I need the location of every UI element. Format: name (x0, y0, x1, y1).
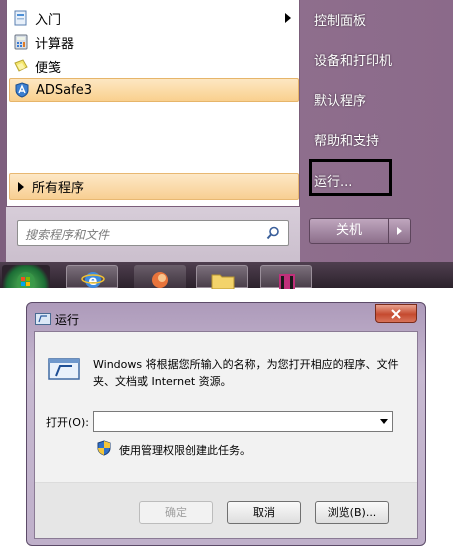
start-menu: 入门 计算器 便笺 ADSafe3 所有程序 搜索程序和文件 控制面板 设备和打… (0, 0, 453, 262)
run-dialog: 运行 Windows 将根据您所输入的名称，为您打开相应的程序、文件夹、文档或 … (26, 302, 426, 546)
ok-button[interactable]: 确定 (139, 501, 213, 524)
sticky-notes-icon (14, 59, 28, 72)
expand-arrow-icon (18, 181, 24, 192)
windows-logo-icon (17, 272, 35, 290)
getting-started-icon (14, 10, 27, 26)
start-item-label: 计算器 (35, 36, 75, 52)
dialog-description: Windows 将根据您所输入的名称，为您打开相应的程序、文件夹、文档或 Int… (93, 358, 399, 388)
run-program-icon (48, 358, 80, 380)
svg-text:e: e (89, 274, 98, 289)
start-item-calculator[interactable]: 计算器 (9, 31, 299, 53)
all-programs-button[interactable]: 所有程序 (9, 173, 299, 200)
shutdown-button[interactable]: 关机 (309, 218, 389, 244)
start-item-label: ADSafe3 (36, 82, 92, 98)
start-menu-programs-pane: 入门 计算器 便笺 ADSafe3 所有程序 (6, 0, 300, 207)
taskbar: e (0, 262, 453, 290)
adsafe-icon (15, 82, 29, 98)
dropdown-arrow-icon[interactable] (380, 419, 388, 424)
right-item-default-programs[interactable]: 默认程序 (314, 90, 366, 109)
open-input[interactable] (93, 411, 393, 432)
open-label: 打开(O): (46, 416, 89, 429)
start-item-label: 便笺 (35, 60, 62, 76)
start-item-sticky-notes[interactable]: 便笺 (9, 55, 299, 77)
start-item-adsafe[interactable]: ADSafe3 (9, 78, 299, 102)
app-icon (152, 272, 168, 288)
right-item-control-panel[interactable]: 控制面板 (314, 10, 366, 29)
chevron-right-icon (397, 227, 402, 235)
internet-explorer-icon: e (81, 272, 105, 289)
submenu-arrow-icon (285, 13, 291, 23)
right-item-run[interactable]: 运行... (314, 171, 352, 190)
start-item-label: 入门 (35, 12, 62, 28)
close-icon (391, 308, 401, 319)
search-placeholder: 搜索程序和文件 (25, 228, 110, 242)
start-orb-button[interactable] (2, 265, 50, 290)
search-input[interactable]: 搜索程序和文件 (17, 220, 289, 246)
search-area: 搜索程序和文件 (6, 207, 300, 262)
taskbar-internet-explorer[interactable]: e (66, 265, 118, 289)
calculator-icon (14, 34, 28, 50)
taskbar-media-player[interactable] (260, 265, 312, 289)
admin-note: 使用管理权限创建此任务。 (119, 444, 251, 457)
all-programs-label: 所有程序 (32, 181, 85, 196)
dialog-client: Windows 将根据您所输入的名称，为您打开相应的程序、文件夹、文档或 Int… (34, 331, 418, 539)
shutdown-options-button[interactable] (389, 218, 411, 244)
start-item-getting-started[interactable]: 入门 (9, 7, 299, 29)
taskbar-app[interactable] (134, 265, 186, 288)
right-item-help-support[interactable]: 帮助和支持 (314, 130, 379, 149)
close-button[interactable] (375, 304, 417, 323)
search-icon[interactable] (266, 226, 280, 240)
dialog-footer: 确定 取消 浏览(B)... (35, 482, 417, 538)
media-player-icon (279, 274, 295, 289)
right-item-devices-printers[interactable]: 设备和打印机 (314, 50, 392, 69)
cancel-button[interactable]: 取消 (227, 501, 301, 524)
browse-button[interactable]: 浏览(B)... (315, 501, 389, 524)
dialog-title: 运行 (55, 313, 80, 327)
run-window-icon (35, 313, 51, 325)
admin-shield-icon (97, 440, 111, 456)
folder-icon (211, 274, 235, 290)
taskbar-explorer[interactable] (196, 265, 248, 290)
